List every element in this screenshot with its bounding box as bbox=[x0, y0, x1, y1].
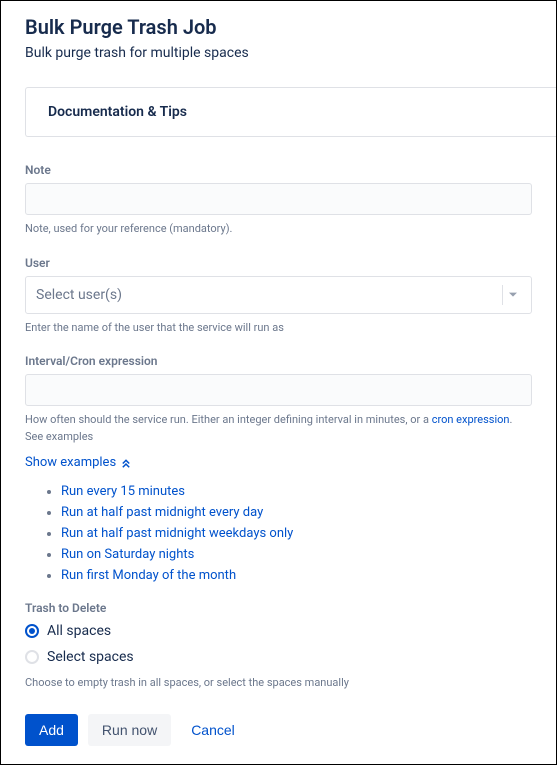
action-buttons: Add Run now Cancel bbox=[25, 714, 532, 746]
trash-label: Trash to Delete bbox=[25, 601, 532, 615]
example-item: Run on Saturday nights bbox=[61, 547, 532, 562]
cron-expression-link[interactable]: cron expression bbox=[432, 413, 510, 426]
note-field-group: Note Note, used for your reference (mand… bbox=[25, 163, 532, 238]
note-help: Note, used for your reference (mandatory… bbox=[25, 221, 532, 238]
add-button[interactable]: Add bbox=[25, 714, 78, 746]
radio-icon bbox=[25, 624, 39, 638]
interval-field-group: Interval/Cron expression How often shoul… bbox=[25, 354, 532, 583]
documentation-title: Documentation & Tips bbox=[48, 104, 535, 120]
example-item: Run at half past midnight weekdays only bbox=[61, 526, 532, 541]
interval-input[interactable] bbox=[25, 374, 532, 406]
note-input[interactable] bbox=[25, 183, 532, 215]
example-item: Run at half past midnight every day bbox=[61, 505, 532, 520]
documentation-panel[interactable]: Documentation & Tips bbox=[25, 87, 557, 137]
cancel-button[interactable]: Cancel bbox=[181, 714, 245, 746]
examples-list: Run every 15 minutes Run at half past mi… bbox=[25, 484, 532, 583]
select-divider bbox=[502, 285, 503, 305]
user-label: User bbox=[25, 256, 532, 270]
page-container: Bulk Purge Trash Job Bulk purge trash fo… bbox=[0, 0, 557, 765]
chevron-down-icon bbox=[505, 287, 521, 303]
interval-label: Interval/Cron expression bbox=[25, 354, 532, 368]
page-title: Bulk Purge Trash Job bbox=[25, 15, 532, 39]
page-subtitle: Bulk purge trash for multiple spaces bbox=[25, 45, 532, 61]
interval-help: How often should the service run. Either… bbox=[25, 412, 532, 445]
run-now-button[interactable]: Run now bbox=[88, 714, 171, 746]
user-field-group: User Select user(s) Enter the name of th… bbox=[25, 256, 532, 337]
double-chevron-up-icon bbox=[120, 457, 132, 469]
trash-help: Choose to empty trash in all spaces, or … bbox=[25, 675, 532, 692]
radio-icon bbox=[25, 650, 39, 664]
note-label: Note bbox=[25, 163, 532, 177]
example-item: Run first Monday of the month bbox=[61, 568, 532, 583]
user-select[interactable]: Select user(s) bbox=[25, 276, 532, 314]
example-item: Run every 15 minutes bbox=[61, 484, 532, 499]
radio-all-spaces[interactable]: All spaces bbox=[25, 623, 532, 639]
trash-field-group: Trash to Delete All spaces Select spaces… bbox=[25, 601, 532, 692]
show-examples-toggle[interactable]: Show examples bbox=[25, 455, 132, 470]
user-help: Enter the name of the user that the serv… bbox=[25, 320, 532, 337]
user-select-placeholder: Select user(s) bbox=[36, 287, 122, 303]
radio-select-spaces[interactable]: Select spaces bbox=[25, 649, 532, 665]
